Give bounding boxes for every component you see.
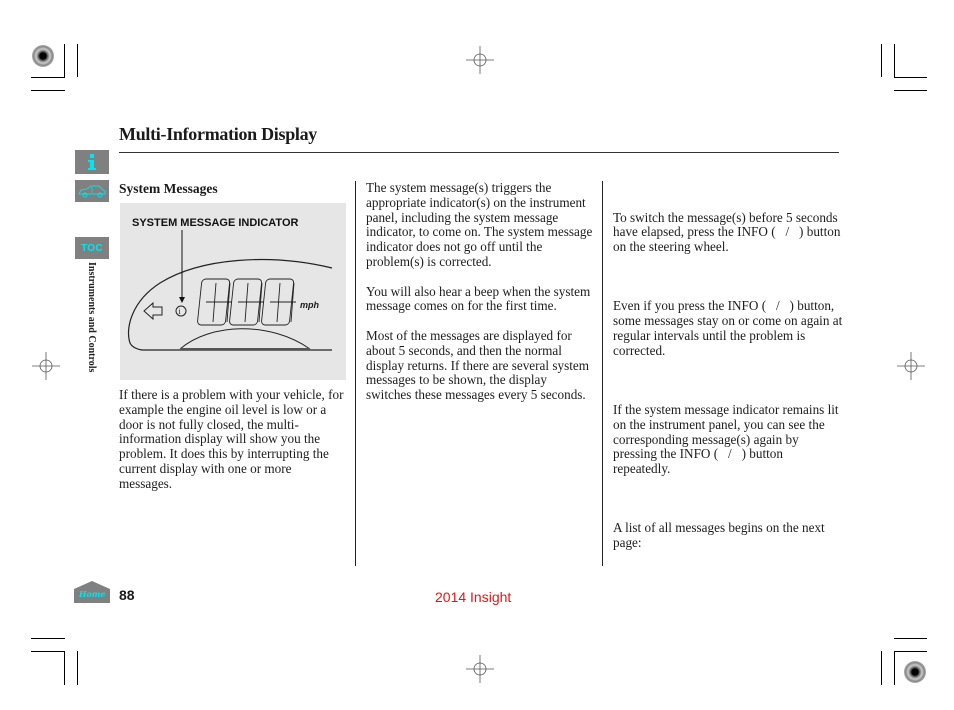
registration-target-icon — [466, 655, 494, 683]
speed-digits — [197, 278, 296, 326]
crop-mark — [31, 77, 65, 78]
registration-rosette-icon — [904, 661, 926, 683]
footer-document-title: 2014 Insight — [435, 589, 512, 605]
crop-mark — [31, 638, 65, 639]
crop-mark — [894, 77, 927, 78]
info-icon — [88, 154, 96, 170]
crop-mark — [881, 44, 882, 77]
toc-label: TOC — [81, 242, 103, 254]
crop-mark — [64, 44, 65, 77]
crop-mark — [894, 651, 927, 652]
home-button[interactable]: Home — [74, 581, 110, 603]
car-icon — [78, 185, 106, 198]
paragraph: The system message(s) triggers the appro… — [366, 180, 593, 269]
paragraph: If the system message indicator remains … — [613, 401, 842, 477]
section-heading: System Messages — [119, 181, 218, 196]
speed-unit-label: mph — [300, 300, 319, 310]
crop-mark — [894, 651, 895, 685]
page-title: Multi-Information Display — [119, 124, 318, 144]
page-number: 88 — [119, 587, 135, 603]
crop-mark — [31, 90, 65, 91]
left-column-text: If there is a problem with your vehicle,… — [119, 387, 347, 506]
system-message-indicator-figure: SYSTEM MESSAGE INDICATOR i mph — [120, 203, 346, 380]
middle-column-text: The system message(s) triggers the appro… — [366, 180, 594, 418]
title-divider — [119, 152, 839, 153]
crop-mark — [894, 44, 895, 77]
vehicle-button[interactable] — [75, 180, 109, 202]
chapter-tab-label: Instruments and Controls — [86, 262, 97, 373]
crop-mark — [64, 651, 65, 685]
registration-target-icon — [897, 352, 925, 380]
registration-target-icon — [32, 352, 60, 380]
crop-mark — [894, 638, 927, 639]
instrument-panel-illustration: i — [127, 230, 333, 351]
paragraph: If there is a problem with your vehicle,… — [119, 387, 344, 491]
right-column-text: To switch the message(s) before 5 second… — [613, 181, 843, 581]
system-message-indicator-icon — [175, 305, 187, 317]
svg-text:i: i — [179, 307, 182, 316]
registration-target-icon — [466, 46, 494, 74]
crop-mark — [894, 90, 927, 91]
paragraph: Even if you press the INFO ( / ) button,… — [613, 298, 846, 358]
home-label: Home — [79, 589, 106, 599]
column-divider — [355, 181, 356, 566]
crop-mark — [31, 651, 65, 652]
paragraph: You will also hear a beep when the syste… — [366, 283, 591, 314]
paragraph: A list of all messages begins on the nex… — [613, 520, 828, 551]
info-button[interactable] — [75, 150, 109, 174]
column-divider — [602, 181, 603, 566]
toc-button[interactable]: TOC — [75, 237, 109, 259]
crop-mark — [881, 651, 882, 685]
paragraph: Most of the messages are displayed for a… — [366, 327, 590, 403]
left-arrow-icon — [143, 301, 163, 321]
crop-mark — [77, 44, 78, 77]
crop-mark — [77, 651, 78, 685]
paragraph: To switch the message(s) before 5 second… — [613, 209, 844, 255]
registration-rosette-icon — [32, 45, 54, 67]
